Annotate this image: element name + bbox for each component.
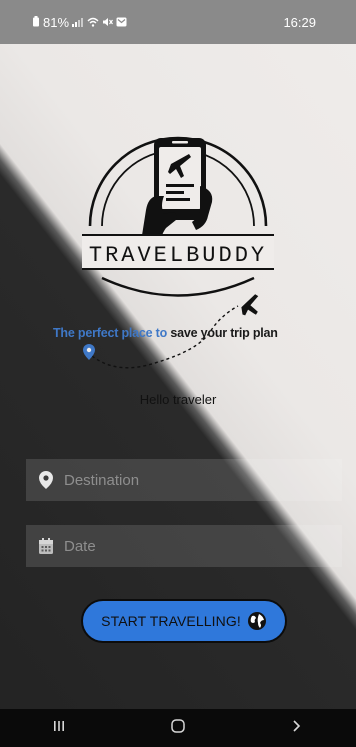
- home-button[interactable]: [148, 718, 208, 739]
- signal-icon: [72, 15, 84, 30]
- back-button[interactable]: [267, 719, 327, 738]
- tagline-dark: save your trip plan: [167, 326, 278, 340]
- start-travelling-button[interactable]: START TRAVELLING!: [81, 599, 287, 643]
- tagline-blue: The perfect place to: [53, 326, 168, 340]
- date-input[interactable]: [64, 537, 314, 555]
- home-icon: [170, 718, 186, 739]
- date-field[interactable]: [26, 525, 342, 567]
- notification-icon: [116, 15, 127, 30]
- calendar-icon: [38, 537, 54, 555]
- destination-input[interactable]: [64, 471, 314, 489]
- navigation-bar: [0, 709, 356, 747]
- airplane-icon: [241, 294, 259, 316]
- location-pin-icon: [38, 471, 54, 489]
- globe-icon: [247, 611, 267, 631]
- battery-level: 81%: [43, 14, 70, 30]
- tagline: The perfect place to save your trip plan: [53, 326, 333, 340]
- recent-apps-button[interactable]: [29, 719, 89, 738]
- recent-apps-icon: [52, 719, 66, 738]
- mute-icon: [102, 15, 114, 30]
- status-time: 16:29: [283, 14, 316, 30]
- app-logo: TRAVELBUDDY: [68, 98, 288, 298]
- status-bar: 81% 16:29: [0, 0, 356, 44]
- greeting-text: Hello traveler: [139, 392, 217, 407]
- battery-icon: [32, 15, 40, 30]
- wifi-icon: [87, 15, 99, 30]
- back-icon: [291, 719, 303, 738]
- logo-text: TRAVELBUDDY: [89, 243, 267, 268]
- destination-field[interactable]: [26, 459, 342, 501]
- start-button-label: START TRAVELLING!: [101, 613, 241, 629]
- status-left: 81%: [32, 15, 127, 30]
